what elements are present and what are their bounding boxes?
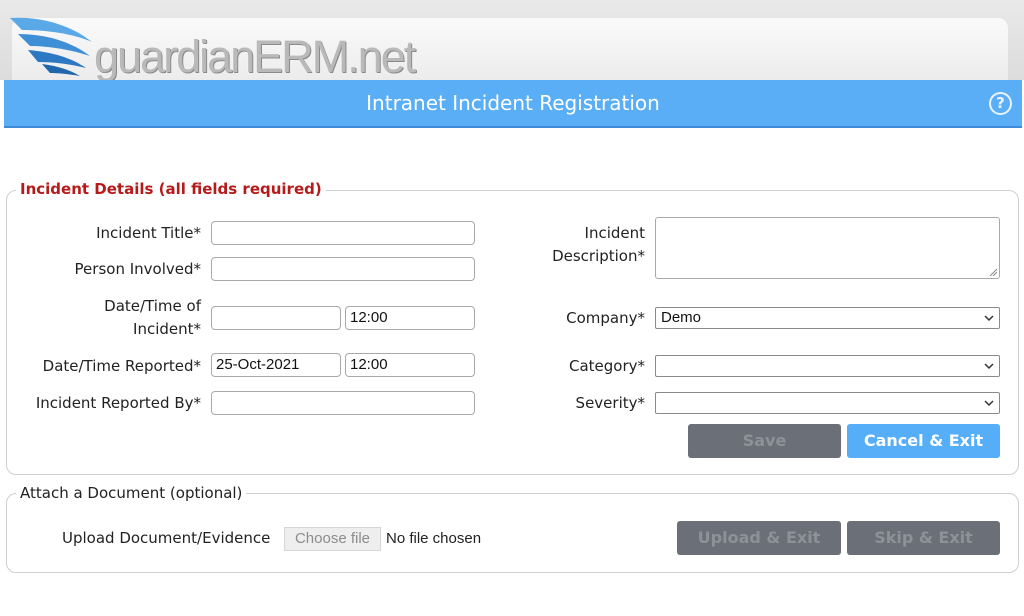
reported-by-input[interactable] [211,391,475,415]
brand-logo: guardianERM.net [8,12,416,82]
chevron-down-icon [984,315,994,322]
resize-grip-icon[interactable] [989,268,997,276]
reported-by-label: Incident Reported By* [35,394,201,412]
incident-date-input[interactable] [211,306,341,330]
cancel-exit-button[interactable]: Cancel & Exit [847,424,1000,458]
incident-details-legend: Incident Details (all fields required) [16,180,326,198]
file-status-text: No file chosen [386,530,482,547]
description-label-line2: Description* [552,247,645,265]
logo-wordmark: guardianERM.net [94,31,416,82]
wing-logo-icon [10,17,92,76]
category-label: Category* [568,357,645,375]
incident-title-label: Incident Title* [96,224,201,242]
choose-file-button[interactable]: Choose file [284,527,381,551]
date-incident-label-line2: Incident* [133,320,201,338]
incident-time-input[interactable]: 12:00 [345,306,475,330]
person-involved-label: Person Involved* [74,260,201,278]
company-select[interactable]: Demo [655,307,1000,329]
company-select-value: Demo [661,309,702,326]
upload-document-label: Upload Document/Evidence [62,529,271,547]
attach-document-legend: Attach a Document (optional) [16,484,247,502]
person-involved-input[interactable] [211,257,475,281]
category-select[interactable] [655,355,1000,377]
reported-time-input[interactable]: 12:00 [345,353,475,377]
date-incident-label-line1: Date/Time of [104,297,201,315]
chevron-down-icon [984,400,994,407]
description-textarea[interactable] [655,217,1000,279]
save-button[interactable]: Save [688,424,841,458]
severity-label: Severity* [575,394,645,412]
description-label-line1: Incident [584,224,645,242]
chevron-down-icon [984,363,994,370]
severity-select[interactable] [655,392,1000,414]
upload-exit-button[interactable]: Upload & Exit [677,521,841,555]
page-title: Intranet Incident Registration [366,91,660,115]
skip-exit-button[interactable]: Skip & Exit [847,521,1000,555]
date-reported-label: Date/Time Reported* [42,357,201,375]
help-icon[interactable]: ? [989,92,1012,115]
title-bar: Intranet Incident Registration ? [4,80,1022,128]
incident-title-input[interactable] [211,221,475,245]
company-label: Company* [566,309,645,327]
reported-date-input[interactable]: 25-Oct-2021 [211,353,341,377]
